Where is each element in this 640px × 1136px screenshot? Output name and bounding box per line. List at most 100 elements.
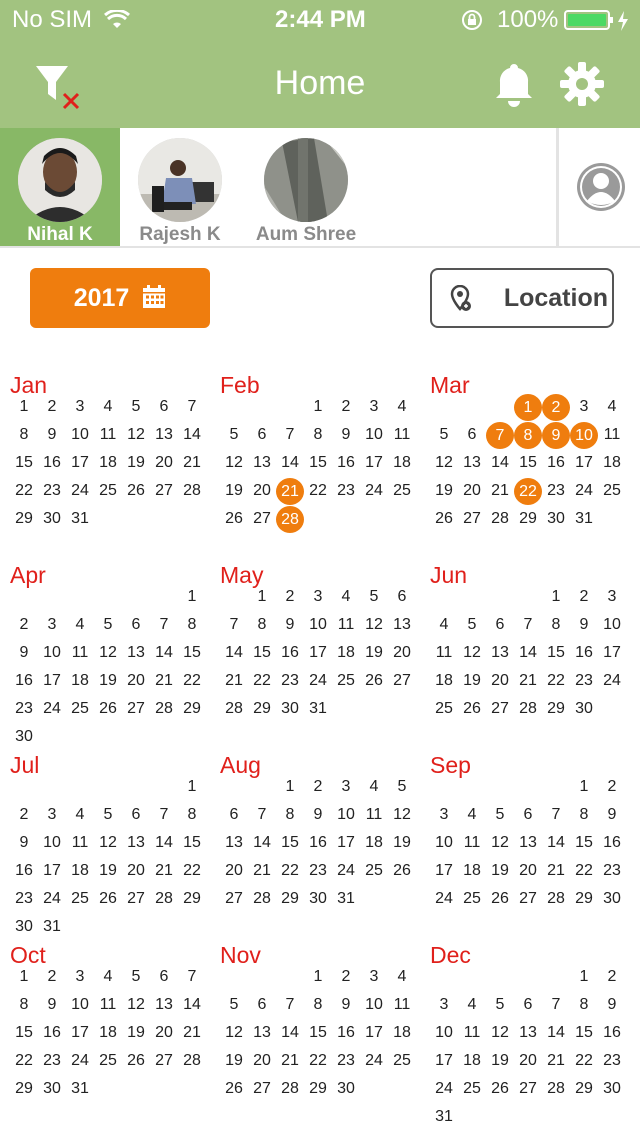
calendar-day[interactable]: 20 <box>388 640 416 666</box>
calendar-day[interactable]: 31 <box>332 886 360 912</box>
calendar-day[interactable]: 23 <box>570 668 598 694</box>
calendar-day[interactable]: 8 <box>570 992 598 1018</box>
calendar-day[interactable]: 13 <box>486 640 514 666</box>
calendar-day[interactable]: 15 <box>248 640 276 666</box>
calendar-day[interactable]: 2 <box>570 584 598 610</box>
calendar-day[interactable]: 22 <box>10 1048 38 1074</box>
calendar-day[interactable]: 8 <box>570 802 598 828</box>
calendar-day[interactable]: 9 <box>332 422 360 448</box>
calendar-day[interactable]: 14 <box>150 830 178 856</box>
calendar-day[interactable]: 18 <box>66 668 94 694</box>
calendar-day[interactable]: 29 <box>178 696 206 722</box>
calendar-day[interactable]: 16 <box>304 830 332 856</box>
calendar-day[interactable]: 12 <box>458 640 486 666</box>
calendar-day[interactable]: 12 <box>122 422 150 448</box>
calendar-day[interactable]: 27 <box>122 696 150 722</box>
calendar-day[interactable]: 13 <box>514 830 542 856</box>
calendar-day[interactable]: 20 <box>122 858 150 884</box>
calendar-day[interactable]: 6 <box>150 964 178 990</box>
calendar-day[interactable]: 16 <box>10 858 38 884</box>
calendar-day[interactable]: 20 <box>486 668 514 694</box>
calendar-day[interactable]: 30 <box>38 506 66 532</box>
calendar-day[interactable]: 20 <box>248 1048 276 1074</box>
calendar-day[interactable]: 28 <box>542 886 570 912</box>
calendar-day-marked[interactable]: 2 <box>542 394 570 421</box>
calendar-day[interactable]: 15 <box>10 450 38 476</box>
calendar-day[interactable]: 19 <box>122 450 150 476</box>
calendar-day[interactable]: 1 <box>304 394 332 420</box>
calendar-day[interactable]: 28 <box>178 478 206 504</box>
calendar-day[interactable]: 17 <box>570 450 598 476</box>
calendar-day[interactable]: 18 <box>94 450 122 476</box>
calendar-day[interactable]: 26 <box>486 1076 514 1102</box>
calendar-day[interactable]: 14 <box>150 640 178 666</box>
calendar-day[interactable]: 26 <box>220 1076 248 1102</box>
calendar-day[interactable]: 21 <box>178 1020 206 1046</box>
calendar-day[interactable]: 17 <box>430 858 458 884</box>
calendar-day[interactable]: 26 <box>122 478 150 504</box>
calendar-day[interactable]: 3 <box>332 774 360 800</box>
calendar-day[interactable]: 20 <box>514 858 542 884</box>
calendar-day[interactable]: 25 <box>94 478 122 504</box>
calendar-day[interactable]: 3 <box>66 964 94 990</box>
calendar-day[interactable]: 2 <box>332 964 360 990</box>
calendar-day[interactable]: 30 <box>304 886 332 912</box>
calendar-day[interactable]: 1 <box>10 394 38 420</box>
calendar-day[interactable]: 22 <box>570 1048 598 1074</box>
calendar-day[interactable]: 28 <box>486 506 514 532</box>
calendar-day[interactable]: 9 <box>332 992 360 1018</box>
calendar-day[interactable]: 29 <box>304 1076 332 1102</box>
location-button[interactable]: Location <box>430 268 614 328</box>
calendar-day[interactable]: 9 <box>304 802 332 828</box>
calendar-day[interactable]: 6 <box>514 802 542 828</box>
calendar-day[interactable]: 2 <box>276 584 304 610</box>
calendar-day[interactable]: 11 <box>458 830 486 856</box>
calendar-day[interactable]: 28 <box>150 696 178 722</box>
calendar-day[interactable]: 27 <box>388 668 416 694</box>
calendar-day[interactable]: 21 <box>542 1048 570 1074</box>
add-profile-slot[interactable] <box>556 128 640 246</box>
calendar-day[interactable]: 8 <box>10 422 38 448</box>
calendar-day[interactable]: 18 <box>388 450 416 476</box>
calendar-day[interactable]: 27 <box>122 886 150 912</box>
calendar-day[interactable]: 13 <box>248 1020 276 1046</box>
calendar-day[interactable]: 10 <box>66 422 94 448</box>
calendar-day[interactable]: 11 <box>94 422 122 448</box>
calendar-day[interactable]: 6 <box>122 612 150 638</box>
calendar-day[interactable]: 14 <box>542 1020 570 1046</box>
calendar-day[interactable]: 2 <box>38 394 66 420</box>
calendar-day[interactable]: 25 <box>458 886 486 912</box>
calendar-day[interactable]: 10 <box>66 992 94 1018</box>
calendar-day[interactable]: 8 <box>304 992 332 1018</box>
calendar-day[interactable]: 4 <box>598 394 626 420</box>
calendar-day[interactable]: 26 <box>388 858 416 884</box>
calendar-day[interactable]: 29 <box>10 506 38 532</box>
calendar-day[interactable]: 7 <box>150 802 178 828</box>
calendar-day[interactable]: 24 <box>66 478 94 504</box>
calendar-day[interactable]: 18 <box>430 668 458 694</box>
calendar-day[interactable]: 23 <box>598 1048 626 1074</box>
calendar-day[interactable]: 3 <box>570 394 598 420</box>
calendar-day[interactable]: 20 <box>150 450 178 476</box>
calendar-day[interactable]: 20 <box>514 1048 542 1074</box>
calendar-day[interactable]: 22 <box>570 858 598 884</box>
calendar-day[interactable]: 11 <box>94 992 122 1018</box>
calendar-day[interactable]: 5 <box>360 584 388 610</box>
calendar-day[interactable]: 5 <box>388 774 416 800</box>
calendar-day[interactable]: 14 <box>276 450 304 476</box>
calendar-day[interactable]: 19 <box>486 1048 514 1074</box>
calendar-day[interactable]: 29 <box>514 506 542 532</box>
calendar-day[interactable]: 28 <box>178 1048 206 1074</box>
calendar-day[interactable]: 20 <box>150 1020 178 1046</box>
calendar-day[interactable]: 3 <box>360 394 388 420</box>
calendar-day-marked[interactable]: 8 <box>514 422 542 449</box>
calendar-day[interactable]: 24 <box>66 1048 94 1074</box>
calendar-day[interactable]: 19 <box>94 858 122 884</box>
calendar-day[interactable]: 1 <box>542 584 570 610</box>
calendar-day[interactable]: 16 <box>38 450 66 476</box>
calendar-day[interactable]: 11 <box>430 640 458 666</box>
calendar-day[interactable]: 16 <box>276 640 304 666</box>
calendar-day[interactable]: 1 <box>570 964 598 990</box>
calendar-day[interactable]: 13 <box>150 992 178 1018</box>
calendar-day[interactable]: 21 <box>150 858 178 884</box>
